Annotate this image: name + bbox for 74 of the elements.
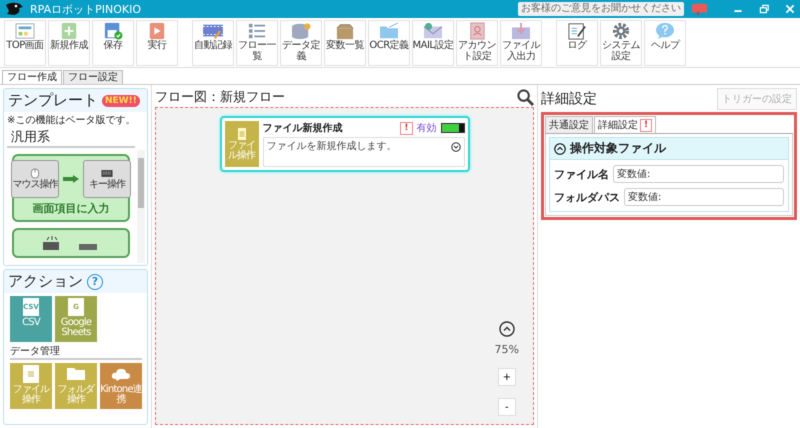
toolbar-button[interactable]: TOP画面 <box>4 20 46 66</box>
mode-tab[interactable]: フロー設定 <box>63 70 123 84</box>
chevron-down-icon[interactable] <box>450 142 460 152</box>
flow-canvas[interactable]: ファイル操作 ファイル新規作成 ! 有効 ファイルを新規作成します。 75% + - <box>155 107 534 425</box>
warning-badge: ! <box>400 122 412 134</box>
arrow-icon <box>63 175 79 183</box>
toolbar-button[interactable]: アカウント設定 <box>456 20 498 66</box>
scrollbar[interactable] <box>137 150 145 263</box>
window-title: RPAロボットPINOKIO <box>30 2 141 16</box>
keyboard-icon <box>101 168 113 179</box>
input-field[interactable]: 変数値: <box>613 165 784 183</box>
document-icon <box>23 365 39 383</box>
panel-title: 詳細設定 <box>541 90 597 108</box>
field-label: フォルダパス <box>554 190 620 204</box>
mouse-tile: マウス操作 <box>11 160 59 198</box>
toolbar-button[interactable]: 新規作成 <box>48 20 90 66</box>
folder-icon <box>66 367 86 381</box>
flow-node[interactable]: ファイル操作 ファイル新規作成 ! 有効 ファイルを新規作成します。 <box>220 116 470 172</box>
node-icon-tile: ファイル操作 <box>224 121 258 167</box>
node-description: ファイルを新規作成します。 <box>266 140 396 153</box>
toolbar-button[interactable]: 自動記録 <box>192 20 234 66</box>
keyboard-tile: キー操作 <box>83 160 131 198</box>
section-heading: 汎用系 <box>7 128 135 148</box>
panel-title: アクション <box>8 272 83 291</box>
film-pencil-icon <box>202 22 224 40</box>
notepad-pencil-icon <box>566 22 588 40</box>
template-card[interactable]: マウス操作 キー操作 画面項目に入力 <box>12 154 130 222</box>
input-field[interactable]: 変数値: <box>624 188 784 206</box>
chevron-up-icon <box>554 142 566 154</box>
folder-icon <box>378 22 400 40</box>
envelope-icon <box>422 22 444 40</box>
mode-tab[interactable]: フロー作成 <box>2 70 62 84</box>
list-icon <box>246 22 268 40</box>
zoom-out-button[interactable]: - <box>498 398 516 416</box>
enable-toggle[interactable] <box>440 123 464 133</box>
chevron-up-icon[interactable] <box>498 321 515 337</box>
zoom-in-button[interactable]: + <box>498 368 516 386</box>
download-tray-icon <box>510 22 532 40</box>
settings-icon <box>610 22 632 40</box>
toolbar-button[interactable]: 保存 <box>92 20 134 66</box>
feedback-link[interactable]: お客様のご意見をお聞かせください <box>518 2 684 16</box>
toolbar-button[interactable]: MAIL設定 <box>412 20 454 66</box>
screen-thumbnail-icon <box>14 22 36 40</box>
toolbar-button[interactable]: システム設定 <box>600 20 642 66</box>
panel-title: テンプレート <box>8 91 98 110</box>
close-icon[interactable] <box>784 3 796 15</box>
canvas-title: フロー図：新規フロー <box>155 89 285 106</box>
toolbar-button[interactable]: OCR定義 <box>368 20 410 66</box>
cloud-icon <box>111 367 131 381</box>
help-icon <box>654 22 676 40</box>
field-label: ファイル名 <box>554 166 609 182</box>
toolbar-button[interactable]: ファイル入出力 <box>500 20 542 66</box>
search-icon[interactable] <box>517 88 534 106</box>
section-header[interactable]: 操作対象ファイル <box>550 138 788 160</box>
settings-tab[interactable]: 共通設定 <box>545 116 593 133</box>
beta-note: ※この機能はベータ版です。 <box>6 114 136 128</box>
logo-icon <box>4 1 24 17</box>
toolbar-button[interactable]: ヘルプ <box>644 20 686 66</box>
status-label: 有効 <box>416 122 436 135</box>
zoom-level: 75% <box>494 343 519 356</box>
toolbar-button[interactable]: データ定義 <box>280 20 322 66</box>
toolbar-button[interactable]: 変数一覧 <box>324 20 366 66</box>
node-title: ファイル新規作成 <box>262 121 344 135</box>
category-heading: データ管理 <box>10 344 142 360</box>
mouse-icon <box>29 168 41 179</box>
document-icon <box>236 128 246 140</box>
toolbar-button[interactable]: フロー一覧 <box>236 20 278 66</box>
new-badge: NEW!! <box>102 94 140 106</box>
toolbar-button[interactable]: ログ <box>556 20 598 66</box>
settings-tab[interactable]: 詳細設定 ! <box>594 116 656 133</box>
restore-icon[interactable] <box>758 3 770 15</box>
toolbar-button[interactable]: 実行 <box>136 20 178 66</box>
floppy-disk-icon <box>102 22 124 40</box>
template-card[interactable] <box>12 228 130 258</box>
